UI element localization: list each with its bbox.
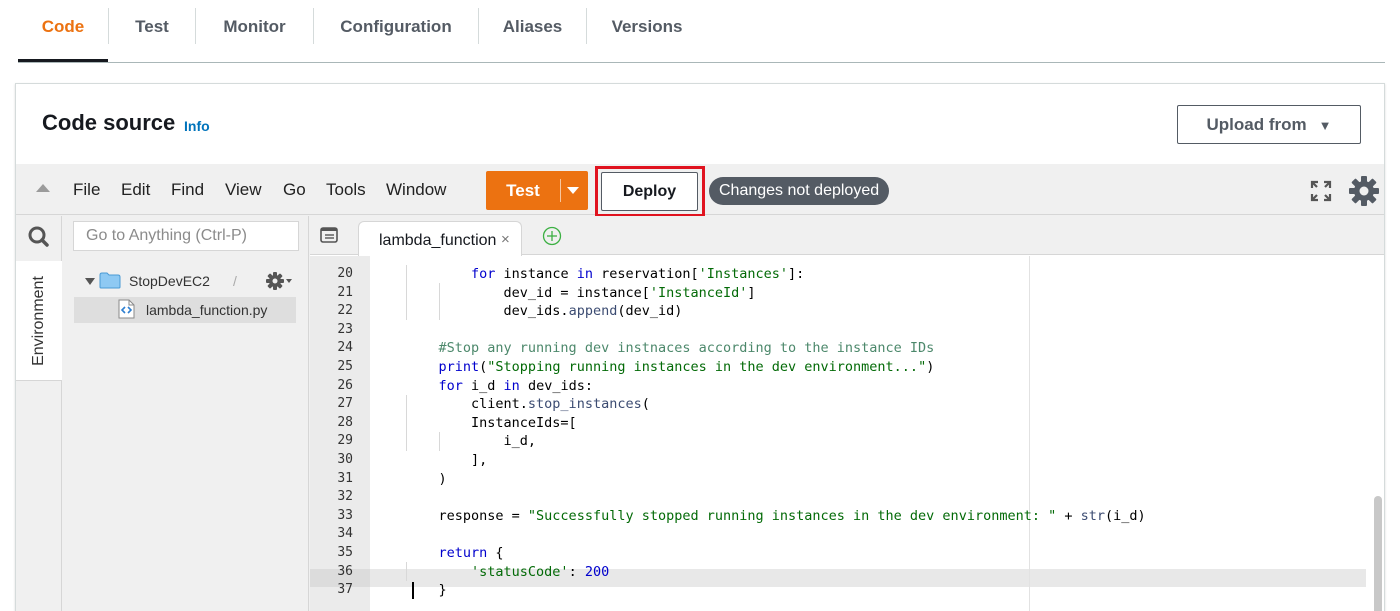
- code-line: for i_d in dev_ids:: [438, 377, 593, 394]
- tab-versions[interactable]: Versions: [587, 0, 707, 62]
- code-editor: lambda_function × 20 21 22 23 24 25 26 2…: [310, 216, 1384, 611]
- goto-anything-input[interactable]: [73, 221, 299, 251]
- upload-from-button[interactable]: Upload from ▼: [1177, 105, 1361, 144]
- line-number: 22: [337, 303, 353, 319]
- caret-down-icon: ▼: [1318, 117, 1332, 133]
- menu-tools[interactable]: Tools: [326, 180, 366, 200]
- line-number: 24: [337, 340, 353, 356]
- file-tree: StopDevEC2 /: [62, 216, 309, 611]
- line-number: 31: [337, 470, 353, 486]
- cloud9-ide: File Edit Find View Go Tools Window Test…: [16, 164, 1384, 611]
- line-number: 25: [337, 359, 353, 374]
- code-line: return {: [438, 545, 504, 561]
- code-line: i_d,: [406, 433, 537, 450]
- menu-file[interactable]: File: [73, 180, 100, 200]
- environment-tab[interactable]: Environment: [16, 261, 62, 381]
- editor-tab-label: lambda_function: [379, 232, 497, 249]
- panel-title: Code source: [42, 110, 176, 135]
- code-line: 'statusCode': 200: [471, 563, 610, 580]
- folder-icon: [99, 272, 121, 289]
- tab-configuration[interactable]: Configuration: [314, 0, 478, 62]
- deploy-button[interactable]: Deploy: [601, 172, 698, 211]
- menu-window[interactable]: Window: [386, 180, 446, 200]
- environment-tab-label: Environment: [30, 276, 47, 366]
- line-number: 37: [337, 582, 353, 598]
- status-badge: Changes not deployed: [709, 177, 890, 205]
- folder-path-suffix: /: [233, 273, 237, 289]
- editor-tabbar: lambda_function ×: [310, 216, 1384, 256]
- line-number: 21: [337, 284, 353, 300]
- line-number: 34: [337, 526, 353, 542]
- tab-aliases[interactable]: Aliases: [479, 0, 586, 62]
- tab-monitor[interactable]: Monitor: [196, 0, 313, 62]
- menu-view[interactable]: View: [225, 180, 262, 200]
- line-number: 33: [337, 507, 353, 523]
- code-line: print("Stopping running instances in the…: [438, 359, 935, 375]
- line-number: 20: [337, 266, 353, 281]
- function-tabs: Code Test Monitor Configuration Aliases …: [18, 0, 1385, 63]
- line-number: 26: [337, 377, 353, 393]
- line-number: 29: [337, 433, 353, 449]
- tab-test[interactable]: Test: [109, 0, 195, 62]
- code-area[interactable]: 20 21 22 23 24 25 26 27 28 29 30 31 32 3…: [310, 256, 1384, 611]
- code-line: for instance in reservation['Instances']…: [471, 266, 805, 282]
- code-line: dev_ids.append(dev_id): [406, 303, 683, 320]
- test-split-button[interactable]: Test: [486, 171, 588, 210]
- collapse-triangle-icon[interactable]: [36, 184, 50, 192]
- line-number: 28: [337, 414, 353, 430]
- menu-edit[interactable]: Edit: [121, 180, 150, 200]
- print-margin: [1029, 256, 1030, 611]
- line-number: 35: [337, 545, 353, 560]
- side-panel-strip: Environment: [16, 216, 62, 611]
- folder-name: StopDevEC2: [129, 273, 210, 289]
- line-number: 36: [337, 563, 353, 579]
- code-line: InstanceIds=[: [406, 414, 577, 431]
- code-line: ): [406, 470, 447, 487]
- line-number: 30: [337, 452, 353, 467]
- test-button-label[interactable]: Test: [486, 171, 560, 210]
- code-line: client.stop_instances(: [406, 396, 650, 413]
- info-link[interactable]: Info: [184, 118, 210, 134]
- split-divider: [560, 179, 561, 202]
- vertical-scrollbar[interactable]: [1374, 496, 1382, 611]
- dropdown-arrow-icon[interactable]: [567, 187, 579, 194]
- code-line: response = "Successfully stopped running…: [406, 507, 1146, 524]
- fullscreen-icon[interactable]: [1310, 180, 1332, 202]
- line-number: 32: [337, 489, 353, 505]
- code-source-panel: Code source Info Upload from ▼ File Edit …: [15, 83, 1385, 611]
- ide-menubar: File Edit Find View Go Tools Window Test…: [16, 164, 1384, 217]
- add-tab-icon[interactable]: [542, 226, 562, 246]
- code-line: ],: [406, 452, 488, 468]
- tree-file[interactable]: lambda_function.py: [74, 297, 296, 323]
- search-icon[interactable]: [16, 216, 62, 258]
- settings-gear-icon[interactable]: [1347, 174, 1381, 208]
- menu-find[interactable]: Find: [171, 180, 204, 200]
- python-file-icon: [118, 299, 135, 319]
- code-line: dev_id = instance['InstanceId']: [406, 284, 756, 301]
- text-cursor: [412, 582, 414, 599]
- upload-from-label: Upload from: [1206, 114, 1307, 134]
- tab-list-icon[interactable]: [320, 227, 338, 243]
- close-icon[interactable]: ×: [501, 231, 510, 248]
- expand-triangle-icon[interactable]: [85, 278, 95, 285]
- line-number: 27: [337, 396, 353, 412]
- folder-gear-icon[interactable]: [266, 271, 292, 291]
- editor-tab-lambda-function[interactable]: lambda_function ×: [358, 221, 522, 256]
- code-line: #Stop any running dev instnaces accordin…: [438, 340, 935, 357]
- file-name: lambda_function.py: [146, 302, 268, 318]
- tab-code[interactable]: Code: [18, 0, 108, 62]
- line-number: 23: [337, 321, 353, 337]
- tree-folder[interactable]: StopDevEC2 /: [82, 270, 292, 294]
- menu-go[interactable]: Go: [283, 180, 306, 200]
